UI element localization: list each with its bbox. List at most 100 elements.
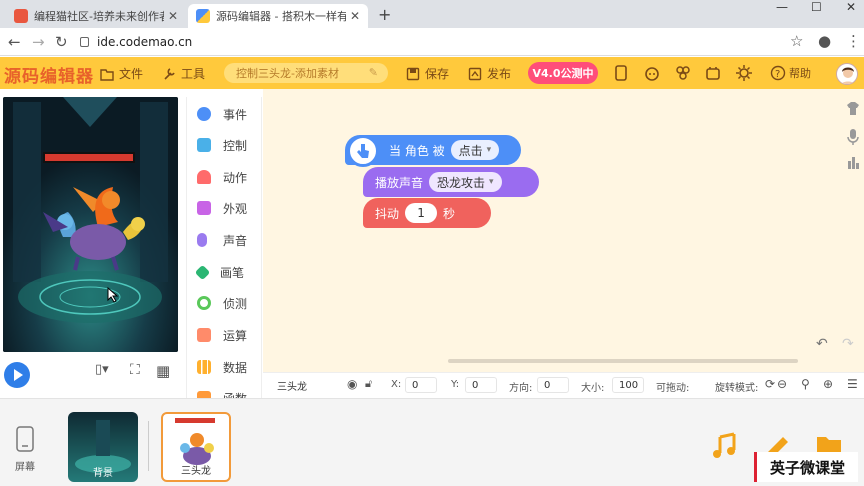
play-sound-block[interactable]: 播放声音 恐龙攻击 ▾ — [363, 167, 539, 197]
tools-menu-label: 工具 — [181, 67, 206, 81]
category-label: 声音 — [223, 233, 248, 248]
rotation-mode-icon[interactable]: ⟳ — [765, 377, 775, 391]
category-events[interactable]: 事件 — [187, 101, 261, 127]
phone-icon[interactable] — [612, 64, 630, 82]
play-button[interactable] — [4, 362, 30, 388]
category-pen[interactable]: 画笔 — [187, 259, 261, 285]
category-looks[interactable]: 外观 — [187, 195, 261, 221]
sprite-properties-bar: 三头龙 ◉ 🔓︎ X: 0 Y: 0 方向: 0 大小: 100 可拖动: 旋转… — [263, 372, 864, 396]
gear-icon[interactable] — [735, 64, 753, 82]
hand-pointer-icon — [347, 135, 379, 167]
dropdown-value: 恐龙攻击 — [437, 175, 486, 190]
event-trigger-dropdown[interactable]: 点击 ▾ — [450, 140, 500, 160]
sprite-label: 三头龙 — [181, 466, 211, 477]
star-icon[interactable]: ☆ — [790, 32, 803, 50]
robot-icon[interactable] — [643, 64, 661, 82]
screen-button[interactable]: 屏幕 — [10, 425, 40, 473]
tray-divider — [148, 421, 149, 471]
eye-icon[interactable]: ◉ — [347, 377, 357, 391]
box-icon[interactable] — [704, 64, 722, 82]
horizontal-scrollbar[interactable] — [448, 359, 798, 363]
lock-icon[interactable]: 🔓︎ — [365, 377, 372, 391]
close-icon[interactable]: ✕ — [350, 9, 360, 23]
x-value: 0 — [412, 379, 419, 391]
tab-title: 源码编辑器 - 搭积木一样有趣的 — [216, 10, 346, 23]
script-workspace[interactable]: 当 角色 被 点击 ▾ 播放声音 恐龙攻击 ▾ 抖动 1 秒 — [263, 89, 864, 372]
gamepad-icon — [197, 138, 211, 152]
forward-icon[interactable]: → — [32, 33, 45, 51]
direction-input[interactable]: 0 — [537, 377, 569, 393]
x-input[interactable]: 0 — [405, 377, 437, 393]
undo-icon[interactable]: ↶ — [816, 336, 828, 352]
address-bar: ← → ↻ ide.codemao.cn ☆ ● ⋮ — [0, 28, 864, 56]
category-sensing[interactable]: 侦测 — [187, 290, 261, 316]
stage-preview[interactable] — [3, 97, 178, 352]
grid-icon[interactable]: ▦ — [156, 362, 170, 380]
publish-button[interactable]: 发布 — [468, 65, 511, 82]
close-icon[interactable]: ✕ — [168, 9, 178, 23]
shirt-icon — [197, 201, 211, 215]
folder-icon — [100, 67, 114, 81]
tools-menu[interactable]: 工具 — [162, 65, 205, 82]
wrench-icon — [162, 67, 176, 81]
category-data[interactable]: 数据 — [187, 354, 261, 380]
save-button[interactable]: 保存 — [406, 65, 449, 82]
background-thumbnail[interactable]: 背景 — [68, 412, 138, 482]
microphone-icon[interactable] — [847, 129, 859, 145]
music-icon[interactable] — [710, 431, 742, 463]
search-placeholder: 控制三头龙-添加素材 — [236, 67, 339, 80]
new-tab-icon[interactable]: + — [378, 5, 391, 24]
version-badge[interactable]: V4.0公测中 — [528, 62, 598, 84]
shake-block[interactable]: 抖动 1 秒 — [363, 198, 491, 228]
device-toggle-icon[interactable]: ▯▾ — [95, 362, 109, 377]
more-icon[interactable]: ⋮ — [846, 32, 861, 50]
zoom-in-icon[interactable]: ⊕ — [823, 377, 833, 391]
costume-icon[interactable] — [847, 102, 859, 115]
url-field[interactable]: ide.codemao.cn — [80, 32, 810, 52]
sprite-thumbnail-three-headed-dragon[interactable]: 三头龙 — [161, 412, 231, 482]
browser-tab-editor[interactable]: 源码编辑器 - 搭积木一样有趣的 ✕ — [188, 4, 368, 28]
y-input[interactable]: 0 — [465, 377, 497, 393]
search-icon[interactable]: ⚲ — [801, 377, 810, 391]
category-label: 动作 — [223, 170, 248, 185]
maximize-icon[interactable]: ☐ — [811, 0, 822, 14]
category-label: 数据 — [223, 360, 248, 375]
category-functions[interactable]: 函数 — [187, 385, 261, 399]
minimize-icon[interactable]: — — [776, 0, 788, 14]
material-search-input[interactable]: 控制三头龙-添加素材 ✎ — [224, 63, 388, 83]
sprite-name: 三头龙 — [277, 381, 307, 393]
zoom-out-icon[interactable]: ⊖ — [777, 377, 787, 391]
category-operators[interactable]: 运算 — [187, 322, 261, 348]
category-control[interactable]: 控制 — [187, 132, 261, 158]
close-window-icon[interactable]: ✕ — [846, 0, 856, 14]
category-motion[interactable]: 动作 — [187, 164, 261, 190]
fullscreen-icon[interactable]: ⛶ — [130, 362, 140, 378]
profile-icon[interactable]: ● — [818, 32, 831, 50]
bar-chart-icon[interactable] — [848, 157, 859, 169]
reload-icon[interactable]: ↻ — [55, 33, 68, 51]
sound-dropdown[interactable]: 恐龙攻击 ▾ — [429, 172, 502, 192]
block-unit: 秒 — [443, 206, 456, 221]
tab-title: 编程猫社区-培养未来创作者 - 官 — [34, 10, 164, 23]
events-icon — [197, 107, 211, 121]
browser-tab-community[interactable]: 编程猫社区-培养未来创作者 - 官 ✕ — [6, 4, 186, 28]
avatar[interactable] — [836, 63, 858, 85]
size-label: 大小: — [581, 383, 605, 394]
block-label: 抖动 — [375, 206, 400, 221]
redo-icon[interactable]: ↷ — [842, 336, 854, 352]
category-sound[interactable]: 声音 — [187, 227, 261, 253]
watermark-label: 英子微课堂 — [754, 452, 858, 482]
shake-duration-input[interactable]: 1 — [405, 203, 438, 223]
draggable-label: 可拖动: — [656, 383, 690, 394]
block-label: 当 角色 被 — [389, 143, 445, 158]
direction-label: 方向: — [509, 383, 533, 394]
codemao-favicon — [14, 9, 28, 23]
back-icon[interactable]: ← — [8, 33, 21, 51]
three-headed-dragon-sprite[interactable] — [43, 182, 153, 272]
help-button[interactable]: ? 帮助 — [770, 65, 811, 81]
menu-icon[interactable]: ☰ — [847, 377, 858, 391]
size-input[interactable]: 100 — [612, 377, 644, 393]
tablet-icon — [16, 426, 34, 452]
file-menu[interactable]: 文件 — [100, 65, 143, 82]
molecule-icon[interactable] — [674, 64, 692, 82]
